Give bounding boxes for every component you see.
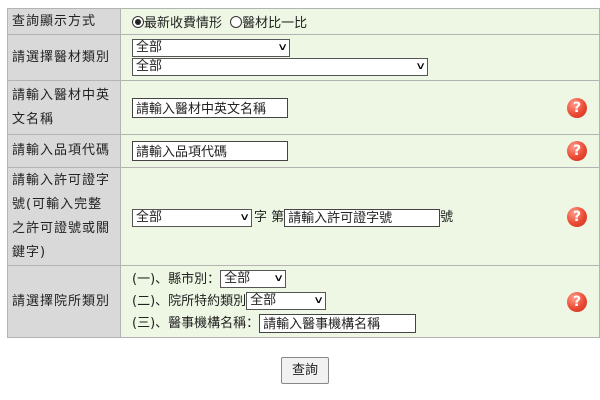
license-prefix-select[interactable]: 全部 ∨: [132, 208, 252, 227]
question-help-icon[interactable]: ?: [567, 141, 587, 161]
license-label: 請輸入許可證字號(可輸入完整之許可證號或關鍵字): [7, 167, 121, 266]
code-label: 請輸入品項代碼: [7, 134, 121, 168]
display-mode-cell: 最新收費情形 醫材比一比: [120, 8, 600, 35]
license-number-input[interactable]: 請輸入許可證字號: [284, 208, 441, 227]
search-form: 查詢顯示方式 最新收費情形 醫材比一比 請選擇醫材類別 全部 ∨ 全部 ∨ 請輸入醫…: [7, 8, 600, 338]
radio-latest-fees[interactable]: [132, 16, 144, 28]
radio-compare-devices-label: 醫材比一比: [242, 16, 308, 31]
license-cell: 全部 ∨ 字 第請輸入許可證字號號 ?: [120, 167, 600, 266]
name-label: 請輸入醫材中英文名稱: [7, 80, 121, 135]
display-mode-label: 查詢顯示方式: [7, 8, 121, 35]
county-label: (一)、縣市別：: [132, 271, 221, 287]
chevron-down-icon: ∨: [272, 273, 284, 284]
category-cell: 全部 ∨ 全部 ∨: [120, 34, 600, 81]
license-zi-text: 字: [254, 210, 268, 226]
question-help-icon[interactable]: ?: [567, 206, 587, 227]
hospital-label: 請選擇院所類別: [7, 265, 121, 338]
chevron-down-icon: ∨: [276, 42, 288, 53]
chevron-down-icon: ∨: [414, 61, 426, 72]
license-di-text: 第: [271, 210, 285, 226]
category-label: 請選擇醫材類別: [7, 34, 121, 81]
question-help-icon[interactable]: ?: [567, 97, 587, 118]
chevron-down-icon: ∨: [238, 211, 250, 223]
license-hao-text: 號: [440, 210, 454, 226]
org-name-input[interactable]: 請輸入醫事機構名稱: [259, 313, 417, 333]
category-select-sub[interactable]: 全部 ∨: [132, 58, 428, 76]
radio-compare-devices[interactable]: [230, 16, 243, 28]
category-select-main[interactable]: 全部 ∨: [132, 39, 290, 57]
query-button[interactable]: 查詢: [281, 357, 329, 384]
radio-latest-fees-label: 最新收費情形: [144, 16, 223, 31]
contract-type-select[interactable]: 全部 ∨: [246, 292, 327, 310]
device-name-input[interactable]: 請輸入醫材中英文名稱: [132, 97, 288, 118]
org-name-label: (三)、醫事機構名稱：: [132, 315, 260, 331]
hospital-cell: (一)、縣市別： 全部 ∨ (二)、院所特約類別 全部 ∨ (三)、醫事機構名稱： 請輸入…: [120, 265, 600, 338]
question-help-icon[interactable]: ?: [567, 291, 587, 312]
county-select[interactable]: 全部 ∨: [220, 270, 287, 288]
item-code-input[interactable]: 請輸入品項代碼: [132, 141, 288, 161]
contract-type-label: (二)、院所特約類別: [132, 293, 247, 309]
chevron-down-icon: ∨: [312, 295, 324, 306]
name-cell: 請輸入醫材中英文名稱 ?: [120, 80, 600, 135]
code-cell: 請輸入品項代碼 ?: [120, 134, 600, 168]
